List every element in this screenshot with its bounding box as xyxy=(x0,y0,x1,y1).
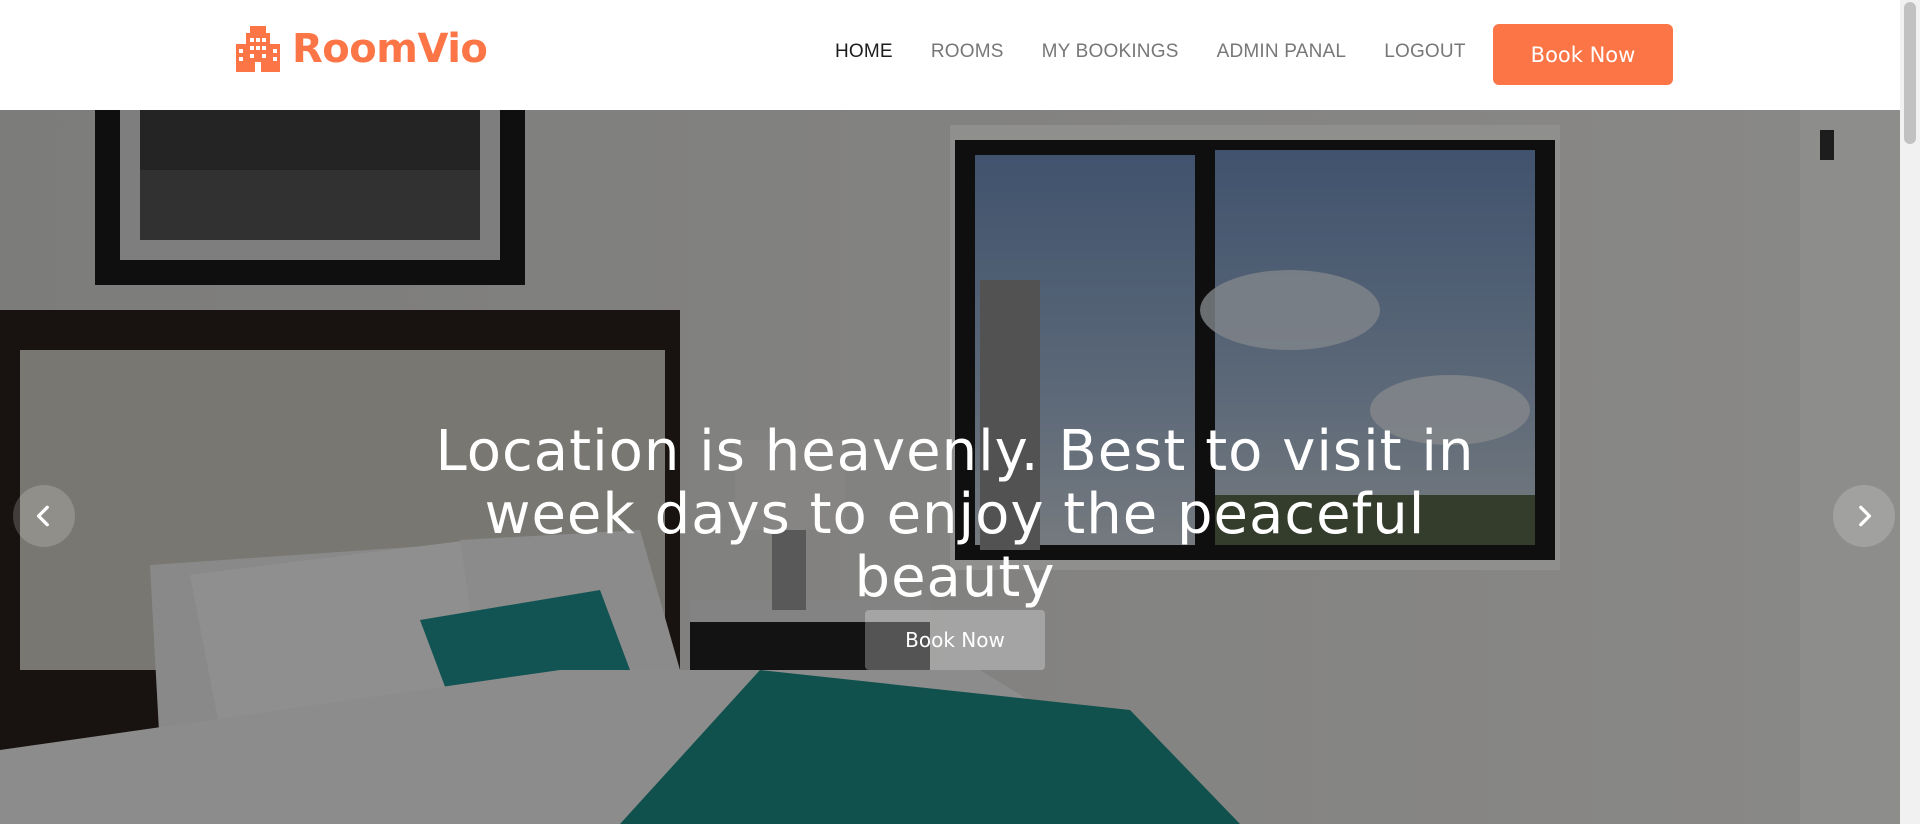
hero-carousel: Location is heavenly. Best to visit in w… xyxy=(0,110,1900,824)
brand-logo[interactable]: RoomVio xyxy=(236,24,488,74)
site-header: RoomVio HOME ROOMS MY BOOKINGS ADMIN PAN… xyxy=(0,0,1900,110)
carousel-next-button[interactable] xyxy=(1833,485,1895,547)
nav-logout[interactable]: LOGOUT xyxy=(1384,41,1465,63)
hero-book-now-button[interactable]: Book Now xyxy=(865,610,1045,670)
nav-admin-panal[interactable]: ADMIN PANAL xyxy=(1217,41,1347,63)
carousel-prev-button[interactable] xyxy=(13,485,75,547)
scrollbar-thumb[interactable] xyxy=(1904,2,1916,144)
header-book-now-button[interactable]: Book Now xyxy=(1493,24,1673,85)
nav-rooms[interactable]: ROOMS xyxy=(931,41,1004,63)
hotel-building-icon xyxy=(236,26,280,72)
nav-my-bookings[interactable]: MY BOOKINGS xyxy=(1042,41,1179,63)
page-scrollbar[interactable] xyxy=(1900,0,1920,824)
hero-title: Location is heavenly. Best to visit in w… xyxy=(435,419,1475,610)
main-nav: HOME ROOMS MY BOOKINGS ADMIN PANAL LOGOU… xyxy=(835,0,1504,104)
brand-name: RoomVio xyxy=(292,26,488,72)
nav-home[interactable]: HOME xyxy=(835,41,893,63)
chevron-right-icon xyxy=(1859,505,1872,527)
chevron-left-icon xyxy=(36,505,49,527)
